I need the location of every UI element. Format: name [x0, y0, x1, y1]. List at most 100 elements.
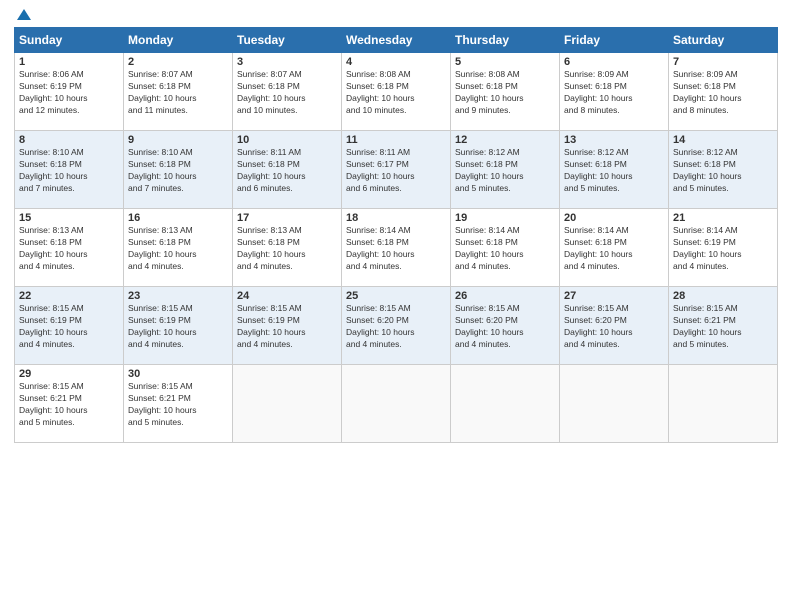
col-header-friday: Friday [560, 28, 669, 53]
day-number: 29 [19, 368, 119, 380]
day-info: Sunrise: 8:09 AMSunset: 6:18 PMDaylight:… [564, 69, 664, 117]
day-number: 28 [673, 290, 773, 302]
col-header-monday: Monday [124, 28, 233, 53]
calendar-cell: 25Sunrise: 8:15 AMSunset: 6:20 PMDayligh… [342, 287, 451, 365]
day-info: Sunrise: 8:15 AMSunset: 6:20 PMDaylight:… [564, 303, 664, 351]
calendar-week-1: 1Sunrise: 8:06 AMSunset: 6:19 PMDaylight… [15, 53, 778, 131]
calendar-cell: 9Sunrise: 8:10 AMSunset: 6:18 PMDaylight… [124, 131, 233, 209]
day-info: Sunrise: 8:14 AMSunset: 6:18 PMDaylight:… [346, 225, 446, 273]
calendar-cell [451, 365, 560, 443]
day-number: 19 [455, 212, 555, 224]
calendar-table: SundayMondayTuesdayWednesdayThursdayFrid… [14, 27, 778, 443]
day-info: Sunrise: 8:12 AMSunset: 6:18 PMDaylight:… [455, 147, 555, 195]
day-info: Sunrise: 8:06 AMSunset: 6:19 PMDaylight:… [19, 69, 119, 117]
calendar-cell [342, 365, 451, 443]
calendar-cell: 29Sunrise: 8:15 AMSunset: 6:21 PMDayligh… [15, 365, 124, 443]
col-header-tuesday: Tuesday [233, 28, 342, 53]
day-info: Sunrise: 8:12 AMSunset: 6:18 PMDaylight:… [673, 147, 773, 195]
calendar-cell: 10Sunrise: 8:11 AMSunset: 6:18 PMDayligh… [233, 131, 342, 209]
day-number: 1 [19, 56, 119, 68]
day-number: 18 [346, 212, 446, 224]
calendar-cell: 13Sunrise: 8:12 AMSunset: 6:18 PMDayligh… [560, 131, 669, 209]
calendar-cell: 12Sunrise: 8:12 AMSunset: 6:18 PMDayligh… [451, 131, 560, 209]
calendar-cell: 11Sunrise: 8:11 AMSunset: 6:17 PMDayligh… [342, 131, 451, 209]
day-info: Sunrise: 8:15 AMSunset: 6:21 PMDaylight:… [673, 303, 773, 351]
day-number: 27 [564, 290, 664, 302]
page: SundayMondayTuesdayWednesdayThursdayFrid… [0, 0, 792, 612]
calendar-cell: 6Sunrise: 8:09 AMSunset: 6:18 PMDaylight… [560, 53, 669, 131]
day-info: Sunrise: 8:08 AMSunset: 6:18 PMDaylight:… [346, 69, 446, 117]
day-info: Sunrise: 8:15 AMSunset: 6:20 PMDaylight:… [346, 303, 446, 351]
calendar-cell: 4Sunrise: 8:08 AMSunset: 6:18 PMDaylight… [342, 53, 451, 131]
day-number: 5 [455, 56, 555, 68]
calendar-week-5: 29Sunrise: 8:15 AMSunset: 6:21 PMDayligh… [15, 365, 778, 443]
calendar-cell: 26Sunrise: 8:15 AMSunset: 6:20 PMDayligh… [451, 287, 560, 365]
day-number: 15 [19, 212, 119, 224]
col-header-sunday: Sunday [15, 28, 124, 53]
calendar-cell: 28Sunrise: 8:15 AMSunset: 6:21 PMDayligh… [669, 287, 778, 365]
day-number: 24 [237, 290, 337, 302]
day-info: Sunrise: 8:13 AMSunset: 6:18 PMDaylight:… [128, 225, 228, 273]
calendar-cell: 17Sunrise: 8:13 AMSunset: 6:18 PMDayligh… [233, 209, 342, 287]
calendar-cell [233, 365, 342, 443]
day-info: Sunrise: 8:15 AMSunset: 6:19 PMDaylight:… [237, 303, 337, 351]
calendar-cell: 1Sunrise: 8:06 AMSunset: 6:19 PMDaylight… [15, 53, 124, 131]
day-info: Sunrise: 8:11 AMSunset: 6:17 PMDaylight:… [346, 147, 446, 195]
day-number: 23 [128, 290, 228, 302]
col-header-saturday: Saturday [669, 28, 778, 53]
calendar-cell: 5Sunrise: 8:08 AMSunset: 6:18 PMDaylight… [451, 53, 560, 131]
day-info: Sunrise: 8:15 AMSunset: 6:21 PMDaylight:… [19, 381, 119, 429]
logo-line1 [14, 10, 31, 21]
col-header-wednesday: Wednesday [342, 28, 451, 53]
logo [14, 10, 31, 21]
calendar-week-2: 8Sunrise: 8:10 AMSunset: 6:18 PMDaylight… [15, 131, 778, 209]
calendar-cell: 7Sunrise: 8:09 AMSunset: 6:18 PMDaylight… [669, 53, 778, 131]
day-info: Sunrise: 8:15 AMSunset: 6:21 PMDaylight:… [128, 381, 228, 429]
day-info: Sunrise: 8:14 AMSunset: 6:19 PMDaylight:… [673, 225, 773, 273]
day-info: Sunrise: 8:11 AMSunset: 6:18 PMDaylight:… [237, 147, 337, 195]
calendar-cell: 16Sunrise: 8:13 AMSunset: 6:18 PMDayligh… [124, 209, 233, 287]
day-number: 17 [237, 212, 337, 224]
day-info: Sunrise: 8:12 AMSunset: 6:18 PMDaylight:… [564, 147, 664, 195]
day-number: 22 [19, 290, 119, 302]
day-number: 16 [128, 212, 228, 224]
day-number: 7 [673, 56, 773, 68]
day-info: Sunrise: 8:10 AMSunset: 6:18 PMDaylight:… [19, 147, 119, 195]
calendar-cell: 24Sunrise: 8:15 AMSunset: 6:19 PMDayligh… [233, 287, 342, 365]
logo-triangle-icon [17, 9, 31, 20]
day-number: 14 [673, 134, 773, 146]
day-info: Sunrise: 8:15 AMSunset: 6:19 PMDaylight:… [19, 303, 119, 351]
day-info: Sunrise: 8:15 AMSunset: 6:20 PMDaylight:… [455, 303, 555, 351]
calendar-cell: 3Sunrise: 8:07 AMSunset: 6:18 PMDaylight… [233, 53, 342, 131]
calendar-cell: 14Sunrise: 8:12 AMSunset: 6:18 PMDayligh… [669, 131, 778, 209]
day-number: 13 [564, 134, 664, 146]
day-number: 9 [128, 134, 228, 146]
day-info: Sunrise: 8:07 AMSunset: 6:18 PMDaylight:… [237, 69, 337, 117]
calendar-cell [560, 365, 669, 443]
day-number: 26 [455, 290, 555, 302]
day-info: Sunrise: 8:14 AMSunset: 6:18 PMDaylight:… [564, 225, 664, 273]
col-header-thursday: Thursday [451, 28, 560, 53]
calendar-cell: 18Sunrise: 8:14 AMSunset: 6:18 PMDayligh… [342, 209, 451, 287]
day-number: 30 [128, 368, 228, 380]
day-info: Sunrise: 8:14 AMSunset: 6:18 PMDaylight:… [455, 225, 555, 273]
day-info: Sunrise: 8:08 AMSunset: 6:18 PMDaylight:… [455, 69, 555, 117]
calendar-cell: 20Sunrise: 8:14 AMSunset: 6:18 PMDayligh… [560, 209, 669, 287]
day-number: 4 [346, 56, 446, 68]
calendar-cell: 8Sunrise: 8:10 AMSunset: 6:18 PMDaylight… [15, 131, 124, 209]
day-number: 25 [346, 290, 446, 302]
calendar-cell: 30Sunrise: 8:15 AMSunset: 6:21 PMDayligh… [124, 365, 233, 443]
calendar-week-3: 15Sunrise: 8:13 AMSunset: 6:18 PMDayligh… [15, 209, 778, 287]
calendar-cell: 23Sunrise: 8:15 AMSunset: 6:19 PMDayligh… [124, 287, 233, 365]
day-number: 2 [128, 56, 228, 68]
calendar-cell: 22Sunrise: 8:15 AMSunset: 6:19 PMDayligh… [15, 287, 124, 365]
calendar-cell: 19Sunrise: 8:14 AMSunset: 6:18 PMDayligh… [451, 209, 560, 287]
calendar-cell: 15Sunrise: 8:13 AMSunset: 6:18 PMDayligh… [15, 209, 124, 287]
calendar-header-row: SundayMondayTuesdayWednesdayThursdayFrid… [15, 28, 778, 53]
day-info: Sunrise: 8:13 AMSunset: 6:18 PMDaylight:… [19, 225, 119, 273]
calendar-cell: 21Sunrise: 8:14 AMSunset: 6:19 PMDayligh… [669, 209, 778, 287]
day-number: 8 [19, 134, 119, 146]
day-number: 3 [237, 56, 337, 68]
day-info: Sunrise: 8:09 AMSunset: 6:18 PMDaylight:… [673, 69, 773, 117]
day-number: 12 [455, 134, 555, 146]
